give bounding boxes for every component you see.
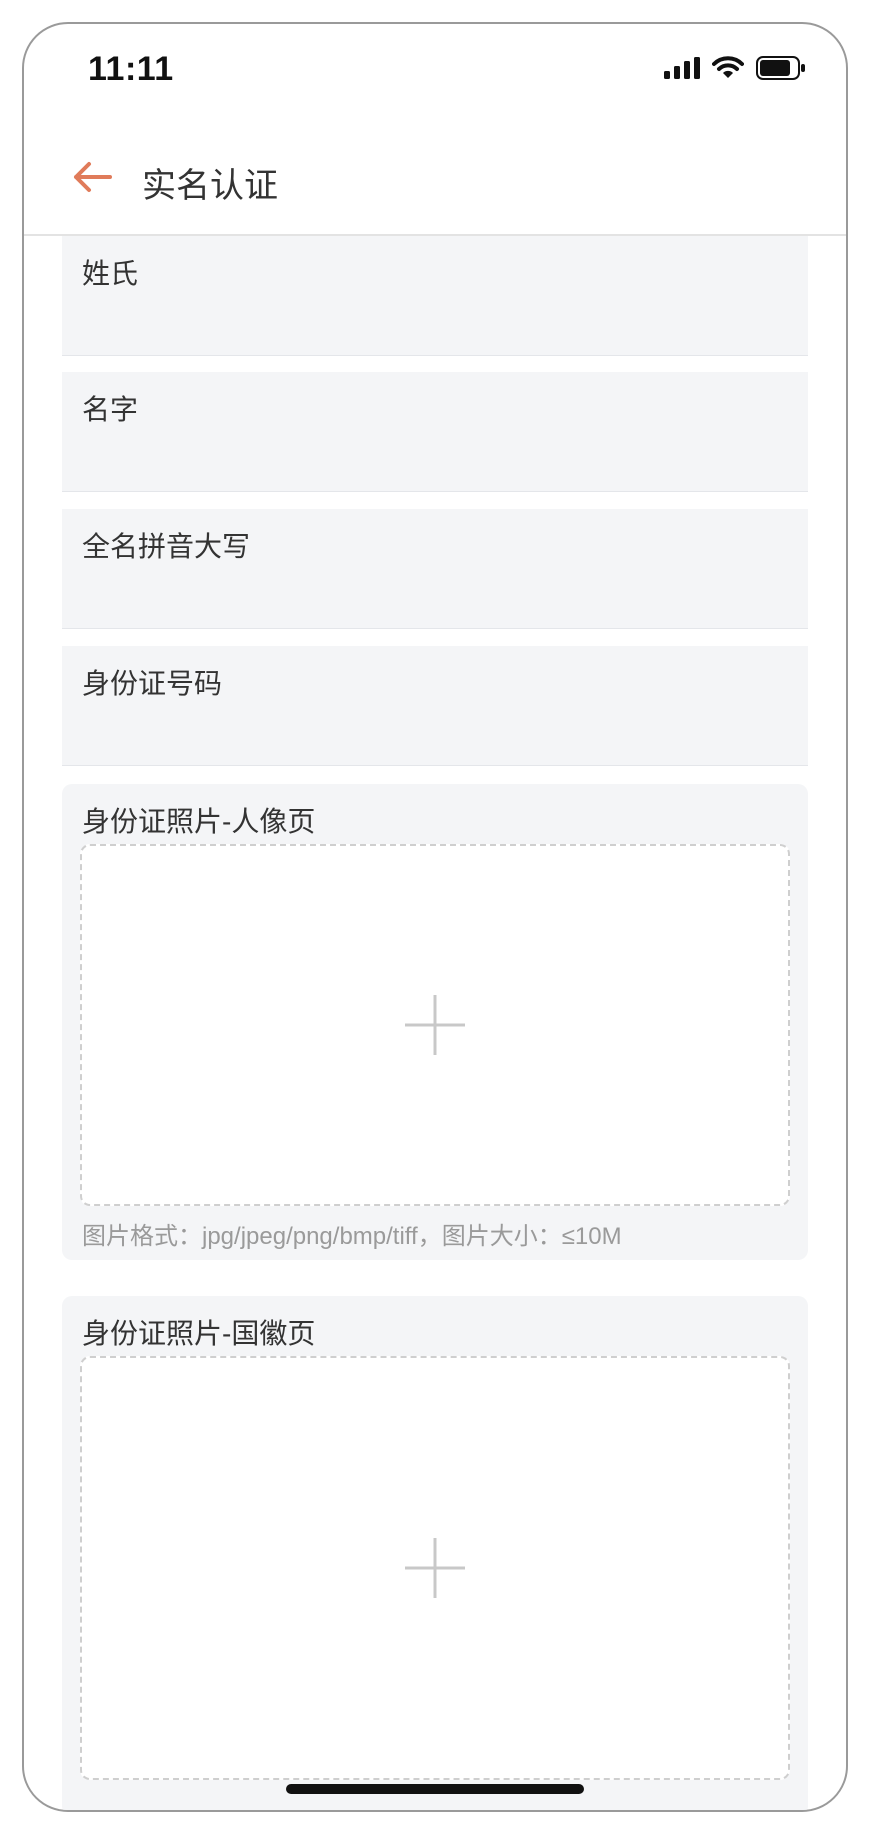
battery-icon [756, 56, 805, 80]
given-name-input[interactable] [82, 432, 786, 482]
plus-icon [405, 1538, 465, 1598]
back-arrow-icon[interactable] [72, 160, 112, 194]
pinyin-name-input[interactable] [82, 569, 786, 619]
surname-input[interactable] [82, 296, 786, 346]
id-photo-portrait-label: 身份证照片-人像页 [82, 806, 316, 837]
page-title: 实名认证 [142, 167, 278, 205]
surname-field[interactable]: 姓氏 [62, 236, 808, 356]
id-photo-emblem-label: 身份证照片-国徽页 [82, 1318, 316, 1349]
home-indicator[interactable] [286, 1784, 584, 1794]
given-name-field[interactable]: 名字 [62, 372, 808, 492]
id-number-label: 身份证号码 [82, 668, 223, 699]
surname-label: 姓氏 [82, 258, 139, 289]
status-icons [664, 52, 806, 84]
id-photo-portrait-upload[interactable] [80, 844, 790, 1206]
id-photo-emblem-upload[interactable] [80, 1356, 790, 1780]
status-bar: 11:11 [24, 24, 846, 114]
wifi-icon [712, 56, 744, 78]
pinyin-name-label: 全名拼音大写 [82, 531, 251, 562]
plus-icon [405, 995, 465, 1055]
status-time: 11:11 [88, 50, 174, 88]
id-number-input[interactable] [82, 706, 786, 756]
navigation-bar: 实名认证 [24, 116, 846, 236]
phone-screen: 11:11 实名认证 姓氏 名字 全名拼音大写 身份证号码 身份证照片-人像页 … [22, 22, 848, 1812]
upload-hint: 图片格式：jpg/jpeg/png/bmp/tiff，图片大小：≤10M [82, 1223, 622, 1250]
id-photo-portrait-card: 身份证照片-人像页 图片格式：jpg/jpeg/png/bmp/tiff，图片大… [62, 784, 808, 1260]
pinyin-name-field[interactable]: 全名拼音大写 [62, 509, 808, 629]
id-number-field[interactable]: 身份证号码 [62, 646, 808, 766]
signal-icon [664, 57, 700, 79]
given-name-label: 名字 [82, 394, 139, 425]
id-photo-emblem-card: 身份证照片-国徽页 [62, 1296, 808, 1810]
